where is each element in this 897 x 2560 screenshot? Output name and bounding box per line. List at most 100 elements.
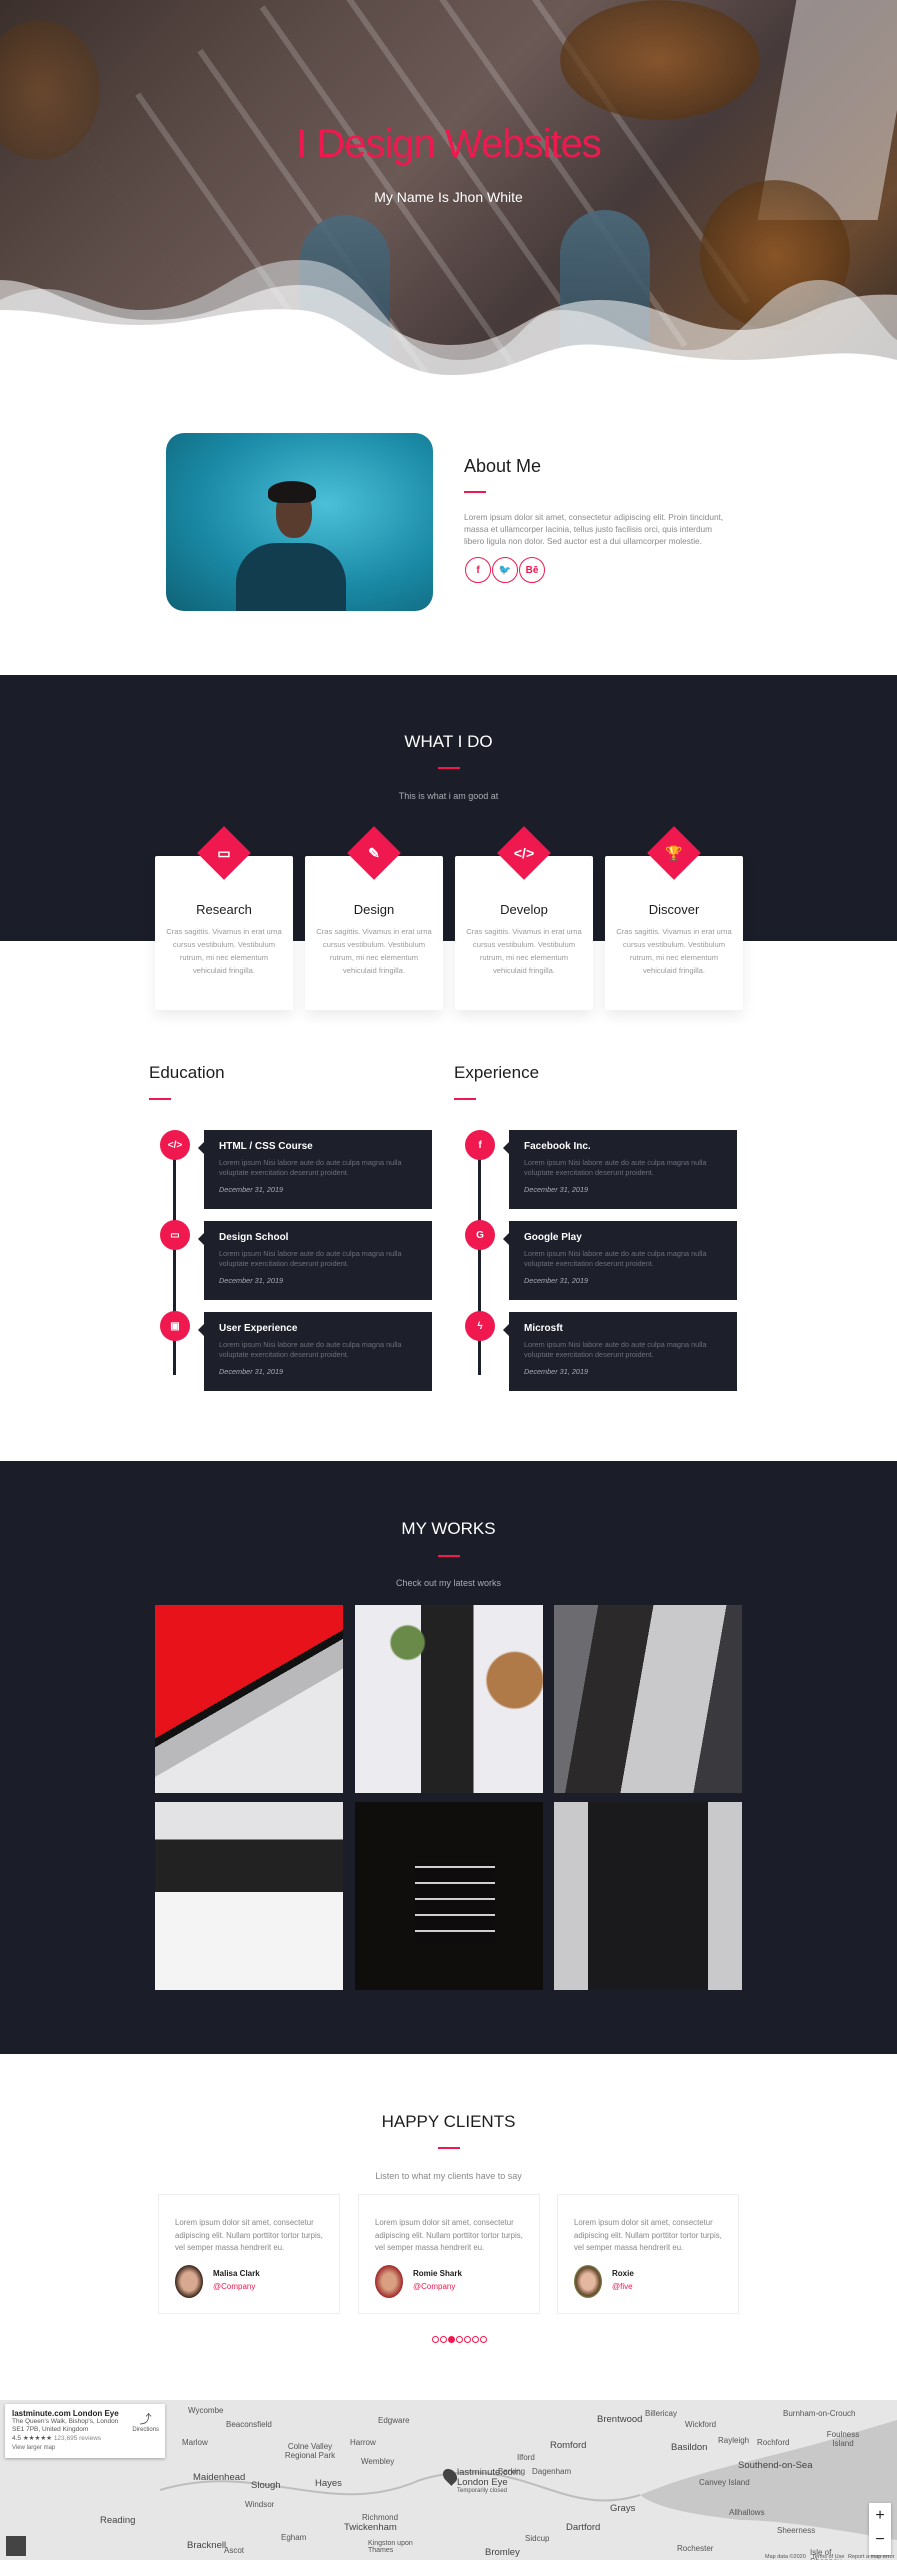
client-name: Roxie: [612, 2269, 634, 2278]
map-label: Windsor: [245, 2500, 275, 2509]
zoom-in-button[interactable]: +: [869, 2503, 891, 2529]
timeline-item: Microsft Lorem ipsum Nisi labore aute do …: [503, 1312, 737, 1391]
map-label: Sheerness: [777, 2526, 816, 2535]
portfolio-item-desk[interactable]: [155, 1802, 343, 1990]
map-label: Romford: [550, 2440, 587, 2451]
directions-button[interactable]: ⤴ Directions: [132, 2410, 159, 2433]
code-icon: </>: [160, 1130, 190, 1160]
map-label: Wycombe: [188, 2406, 224, 2415]
twitter-icon[interactable]: 🐦: [492, 557, 518, 583]
carousel-dot-active[interactable]: [448, 2336, 455, 2343]
timeline-item: Google Play Lorem ipsum Nisi labore aute …: [503, 1221, 737, 1300]
services-subtitle: This is what i am good at: [398, 791, 499, 801]
about-photo: [166, 433, 433, 611]
paintbrush-icon: ✎: [368, 844, 380, 861]
hero-subtitle: My Name Is Jhon White: [374, 189, 523, 205]
item-text: Lorem ipsum Nisi labore aute do aute cul…: [219, 1340, 402, 1359]
service-title: Design: [353, 902, 395, 917]
carousel-dot[interactable]: [464, 2336, 471, 2343]
map-label: Canvey Island: [699, 2478, 750, 2487]
item-date: December 31, 2019: [219, 1185, 284, 1194]
title-underline: [464, 491, 486, 493]
item-date: December 31, 2019: [219, 1276, 284, 1285]
terms-link[interactable]: Terms of Use: [812, 2554, 844, 2560]
carousel-dot[interactable]: [440, 2336, 447, 2343]
client-name: Malisa Clark: [213, 2269, 260, 2278]
map-label: Foulness Island: [826, 2430, 860, 2448]
service-text: Cras sagittis. Vivamus in erat urna curs…: [616, 927, 732, 975]
service-card-design: ✎ Design Cras sagittis. Vivamus in erat ur…: [305, 826, 443, 1010]
service-title: Develop: [500, 902, 548, 917]
education-title: Education: [149, 1063, 225, 1082]
map-label: Egham: [281, 2533, 307, 2542]
client-company: @five: [612, 2282, 633, 2291]
item-title: Microsft: [524, 1323, 563, 1334]
avatar: [375, 2265, 403, 2298]
map-label: Beaconsfield: [226, 2420, 272, 2429]
item-title: HTML / CSS Course: [219, 1141, 313, 1152]
reviews-link[interactable]: 123,695 reviews: [54, 2435, 101, 2442]
facebook-icon: f: [465, 1130, 495, 1160]
code-icon: </>: [513, 845, 535, 861]
services-section: [0, 675, 897, 941]
hero-title: I Design Websites: [296, 122, 602, 166]
monitor-icon: ▭: [160, 1220, 190, 1250]
map-label: Southend-on-Sea: [738, 2460, 813, 2471]
zoom-out-button[interactable]: −: [869, 2529, 891, 2555]
map-attribution: Map data ©2020: [765, 2554, 806, 2560]
view-larger-map-link[interactable]: View larger map: [12, 2445, 158, 2451]
carousel-dot[interactable]: [472, 2336, 479, 2343]
directions-icon: ⤴: [139, 2412, 152, 2426]
map-label: Dagenham: [532, 2467, 572, 2476]
testimonial-text: Lorem ipsum dolor sit amet, consectetur …: [375, 2218, 523, 2252]
client-company: @Company: [213, 2282, 256, 2291]
item-title: Google Play: [524, 1232, 582, 1243]
satellite-toggle[interactable]: [6, 2536, 26, 2556]
carousel-dot[interactable]: [432, 2336, 439, 2343]
map-label: Ilford: [517, 2453, 535, 2462]
item-date: December 31, 2019: [524, 1185, 589, 1194]
map-label: Richmond: [362, 2513, 399, 2522]
item-date: December 31, 2019: [219, 1367, 284, 1376]
avatar: [574, 2265, 602, 2298]
carousel-dot[interactable]: [456, 2336, 463, 2343]
place-address: The Queen's Walk, Bishop's, London SE1 7…: [12, 2418, 119, 2433]
carousel-dot[interactable]: [480, 2336, 487, 2343]
map-label: Brentwood: [597, 2414, 643, 2425]
map-label: Edgware: [378, 2416, 410, 2425]
portfolio-item-neon[interactable]: [355, 1802, 543, 1990]
map-label: Rayleigh: [718, 2436, 750, 2445]
monitor-icon: ▭: [217, 844, 231, 861]
map-label: Rochford: [757, 2438, 790, 2447]
map-label: Grays: [610, 2503, 636, 2514]
map-label: Basildon: [671, 2442, 708, 2453]
portfolio-item-laptop[interactable]: [155, 1605, 343, 1793]
clients-title: HAPPY CLIENTS: [381, 2112, 516, 2131]
client-name: Romie Shark: [413, 2269, 462, 2278]
map-label: Wickford: [685, 2420, 717, 2429]
service-card-research: ▭ Research Cras sagittis. Vivamus in erat …: [155, 826, 293, 1010]
zoom-controls: + −: [869, 2503, 891, 2555]
rating: 4.5: [12, 2435, 22, 2442]
pin-status: Temporarily closed: [457, 2488, 508, 2494]
map-info-card: lastminute.com London Eye The Queen's Wa…: [5, 2404, 165, 2458]
map-label: Allhallows: [729, 2508, 765, 2517]
item-date: December 31, 2019: [524, 1367, 589, 1376]
portfolio-item-notebook[interactable]: [554, 1605, 742, 1793]
map-label: Kingston upon Thames: [368, 2540, 413, 2554]
facebook-icon[interactable]: f: [465, 557, 491, 583]
map-label: Reading: [100, 2515, 136, 2526]
about-title: About Me: [464, 456, 542, 476]
map-label: Wembley: [361, 2457, 395, 2466]
portfolio-item-sweater[interactable]: [554, 1802, 742, 1990]
services-title: WHAT I DO: [404, 732, 493, 751]
map-label: Bromley: [485, 2547, 520, 2558]
portfolio-item-phone[interactable]: [355, 1605, 543, 1793]
behance-icon[interactable]: Bē: [519, 557, 545, 583]
title-underline: [438, 767, 460, 769]
map-label: Sidcup: [525, 2534, 550, 2543]
map-label: Billericay: [645, 2409, 678, 2418]
testimonial-card: Lorem ipsum dolor sit amet, consectetur …: [557, 2194, 739, 2314]
map-label: Dartford: [566, 2522, 601, 2533]
service-text: Cras sagittis. Vivamus in erat urna curs…: [316, 927, 432, 975]
